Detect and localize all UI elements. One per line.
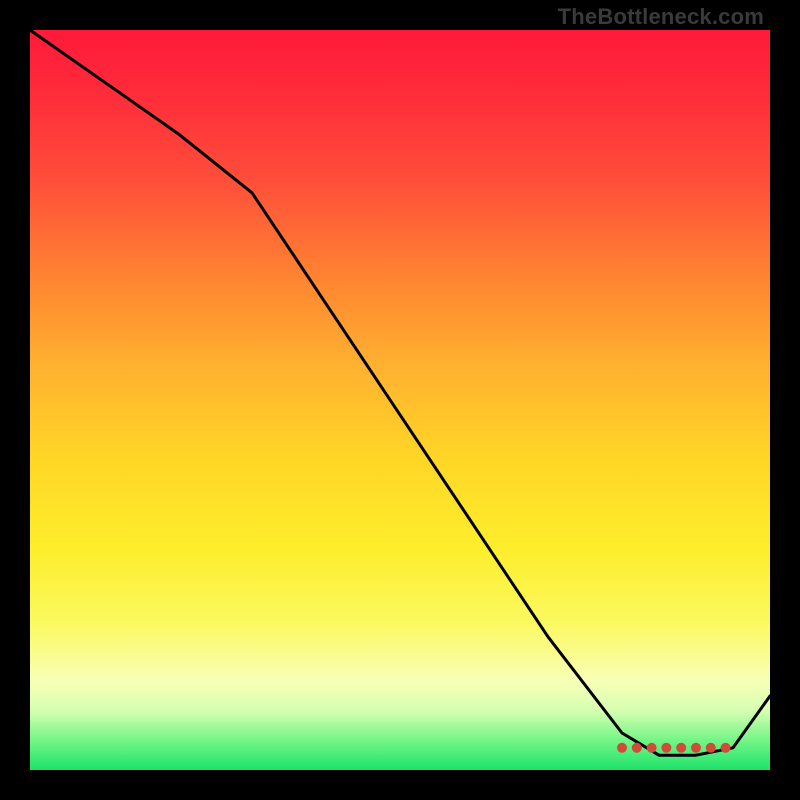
watermark-text: TheBottleneck.com: [558, 4, 764, 30]
marker-dot: [661, 743, 671, 753]
marker-dot: [632, 743, 642, 753]
marker-dot: [617, 743, 627, 753]
curve-path: [30, 30, 770, 755]
chart-frame: TheBottleneck.com: [0, 0, 800, 800]
marker-dot: [691, 743, 701, 753]
plot-area: [30, 30, 770, 770]
marker-dot: [676, 743, 686, 753]
marker-dot: [721, 743, 731, 753]
marker-dot: [647, 743, 657, 753]
chart-overlay-svg: [30, 30, 770, 770]
marker-dot: [706, 743, 716, 753]
line-series: [30, 30, 770, 755]
marker-cluster: [617, 743, 731, 753]
